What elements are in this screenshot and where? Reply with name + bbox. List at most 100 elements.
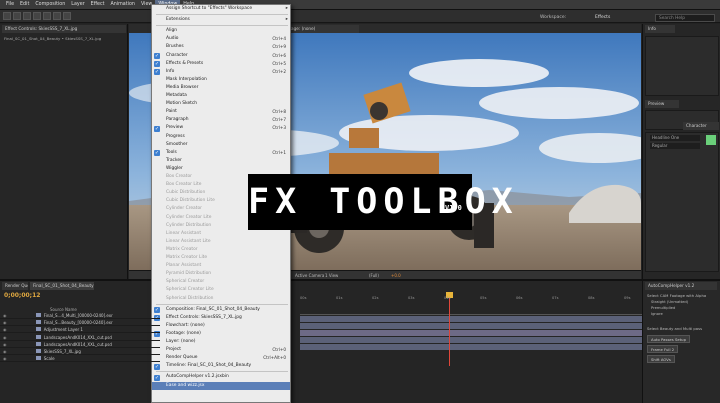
- tab-timeline[interactable]: Final_SC_01_Shot_04_Beauty: [30, 282, 94, 290]
- menu-item-label: Composition: Final_SC_01_Shot_04_Beauty: [166, 306, 260, 312]
- title-text: FX TOOLBOX: [248, 182, 519, 222]
- label-color-swatch[interactable]: [35, 313, 41, 317]
- visibility-eye-icon[interactable]: ◉: [0, 327, 8, 332]
- layer-name: Adjustment Layer 1: [43, 327, 83, 333]
- menu-item-label: Matrix Creator: [166, 246, 198, 252]
- menu-item-label: Media Browser: [166, 84, 199, 90]
- menu-file[interactable]: File: [3, 0, 17, 10]
- layer-row[interactable]: ◉ Adjustment Layer 1: [0, 326, 160, 334]
- radio-straight[interactable]: Straight (Unmatted): [651, 300, 688, 304]
- ruler-tick-label: 04s: [444, 296, 451, 300]
- tab-footage[interactable]: Footage: (none): [279, 25, 359, 33]
- submenu-arrow-icon: ▸: [285, 6, 288, 11]
- menu-animation[interactable]: Animation: [107, 0, 137, 10]
- hand-tool-icon[interactable]: [13, 12, 21, 20]
- workspace-label: Workspace:: [540, 15, 567, 20]
- menu-edit[interactable]: Edit: [17, 0, 32, 10]
- font-family-select[interactable]: Headline One: [650, 135, 700, 141]
- label-color-swatch[interactable]: [35, 320, 41, 325]
- layer-track[interactable]: [300, 316, 642, 322]
- tab-effect-controls[interactable]: Effect Controls: SkiesSSS_7_XL.jpg: [2, 25, 126, 33]
- label-color-swatch[interactable]: [35, 349, 41, 353]
- resolution-select[interactable]: (Full): [369, 272, 379, 279]
- effect-controls-panel: Effect Controls: SkiesSSS_7_XL.jpg Final…: [0, 24, 128, 279]
- alpha-label: Select CAM Footage with Alpha: [647, 293, 707, 298]
- visibility-eye-icon[interactable]: ◉: [0, 320, 8, 325]
- visibility-eye-icon[interactable]: ◉: [0, 356, 8, 361]
- layer-name: LandscapesAndK014_XXL_cut.psd: [43, 341, 112, 347]
- workspace-select[interactable]: Effects: [595, 15, 610, 20]
- menu-item-label: Layer: (none): [166, 339, 196, 344]
- radio-ignore[interactable]: Ignore: [651, 312, 663, 316]
- layer-row[interactable]: ◉ Final_S...4_Multi_[00000-0240].exr: [0, 312, 160, 319]
- toolbar: Workspace: Effects: [0, 10, 720, 23]
- zoom-tool-icon[interactable]: [23, 12, 31, 20]
- label-color-swatch[interactable]: [35, 334, 41, 339]
- search-help-input[interactable]: Search Help: [655, 14, 715, 22]
- camera-select[interactable]: Active Camera: [295, 272, 324, 279]
- frame-full-button[interactable]: Frame Full 2: [647, 345, 679, 353]
- menu-item-label: Spherical Creator: [166, 279, 205, 285]
- auto-passes-setup-button[interactable]: Auto Passes Setup: [647, 335, 690, 343]
- layer-name: Final_S...Beauty_[00000-0240].exr: [43, 320, 113, 326]
- menu-item-label: Audio: [166, 36, 179, 42]
- menu-item[interactable]: Timeline: Final_SC_01_Shot_04_Beauty ✓: [152, 362, 290, 371]
- ruler-tick-label: 09s: [624, 296, 631, 300]
- visibility-eye-icon[interactable]: ◉: [0, 349, 8, 354]
- selection-tool-icon[interactable]: [3, 12, 11, 20]
- layer-row[interactable]: ◉ LandscapesAndK014_XXL_cut.psd: [0, 341, 160, 348]
- menu-item-label: Box Creator Lite: [166, 182, 202, 188]
- ruler-tick-label: 01s: [336, 296, 343, 300]
- menu-item[interactable]: Extensions ▸: [152, 16, 290, 25]
- layer-track[interactable]: [300, 344, 642, 350]
- visibility-eye-icon[interactable]: ◉: [0, 342, 8, 347]
- playhead-line[interactable]: [449, 294, 450, 366]
- menu-item-label: Spherical Distribution: [166, 295, 214, 301]
- visibility-eye-icon[interactable]: ◉: [0, 313, 8, 318]
- layer-row[interactable]: ◉ Final_S...Beauty_[00000-0240].exr: [0, 319, 160, 327]
- camera-tool-icon[interactable]: [43, 12, 51, 20]
- menu-item-label: Render Queue: [166, 355, 198, 361]
- label-color-swatch[interactable]: [35, 356, 41, 361]
- layer-name: LandscapesAndK014_XXL_cut.psd: [43, 334, 112, 340]
- tab-preview[interactable]: Preview: [645, 100, 679, 108]
- label-color-swatch[interactable]: [35, 341, 41, 346]
- menu-layer[interactable]: Layer: [68, 0, 87, 10]
- text-tool-icon[interactable]: [63, 12, 71, 20]
- beauty-label: Select Beauty and Multi pass: [647, 326, 703, 331]
- checkmark-icon: ✓: [154, 52, 160, 59]
- menu-item[interactable]: Assign Shortcut to "Effects" Workspace ▸: [152, 5, 290, 14]
- layer-track[interactable]: [300, 330, 642, 336]
- font-style-select[interactable]: Regular: [650, 143, 700, 149]
- menu-item-label: Wiggler: [166, 165, 183, 171]
- view-count-select[interactable]: 1 View: [325, 272, 338, 279]
- rotate-tool-icon[interactable]: [33, 12, 41, 20]
- shift-aovs-button[interactable]: Shift AOVs: [647, 355, 675, 363]
- layer-row[interactable]: ◉ LandscapesAndK014_XXL_cut.psd: [0, 334, 160, 341]
- timecode[interactable]: 0;00;00;12: [4, 292, 40, 299]
- layer-row[interactable]: ◉ Scale: [0, 355, 160, 363]
- tab-character[interactable]: Character: [683, 122, 719, 130]
- tab-info[interactable]: Info: [645, 25, 675, 33]
- ruler-tick-label: 05s: [480, 296, 487, 300]
- menu-item-label: AutoCompHelper v1.2.jsxbin: [166, 374, 229, 380]
- menu-effect[interactable]: Effect: [88, 0, 108, 10]
- menu-item-label: Cylinder Distribution: [166, 222, 212, 228]
- menu-composition[interactable]: Composition: [32, 0, 68, 10]
- layer-track[interactable]: [300, 337, 642, 343]
- fill-color-swatch[interactable]: [706, 135, 716, 145]
- pen-tool-icon[interactable]: [53, 12, 61, 20]
- menu-item-label: Extensions: [166, 17, 190, 23]
- layer-track[interactable]: [300, 323, 642, 329]
- exposure-value[interactable]: +0.0: [391, 272, 401, 279]
- radio-premultiplied[interactable]: Premultiplied: [651, 306, 675, 310]
- menu-item-label: Preview: [166, 125, 184, 131]
- label-color-swatch[interactable]: [35, 327, 41, 332]
- tab-autocomp[interactable]: AutoCompHelper v1.2: [645, 282, 717, 290]
- visibility-eye-icon[interactable]: ◉: [0, 335, 8, 340]
- layer-row[interactable]: ◉ SkiesSSS_7_XL.jpg: [0, 348, 160, 355]
- menu-item[interactable]: Ease and wizz.jsx: [152, 381, 290, 391]
- title-card: FX TOOLBOX V1.0: [248, 174, 519, 230]
- submenu-arrow-icon: ▸: [285, 17, 288, 23]
- tab-render-queue[interactable]: Render Queue: [2, 282, 28, 290]
